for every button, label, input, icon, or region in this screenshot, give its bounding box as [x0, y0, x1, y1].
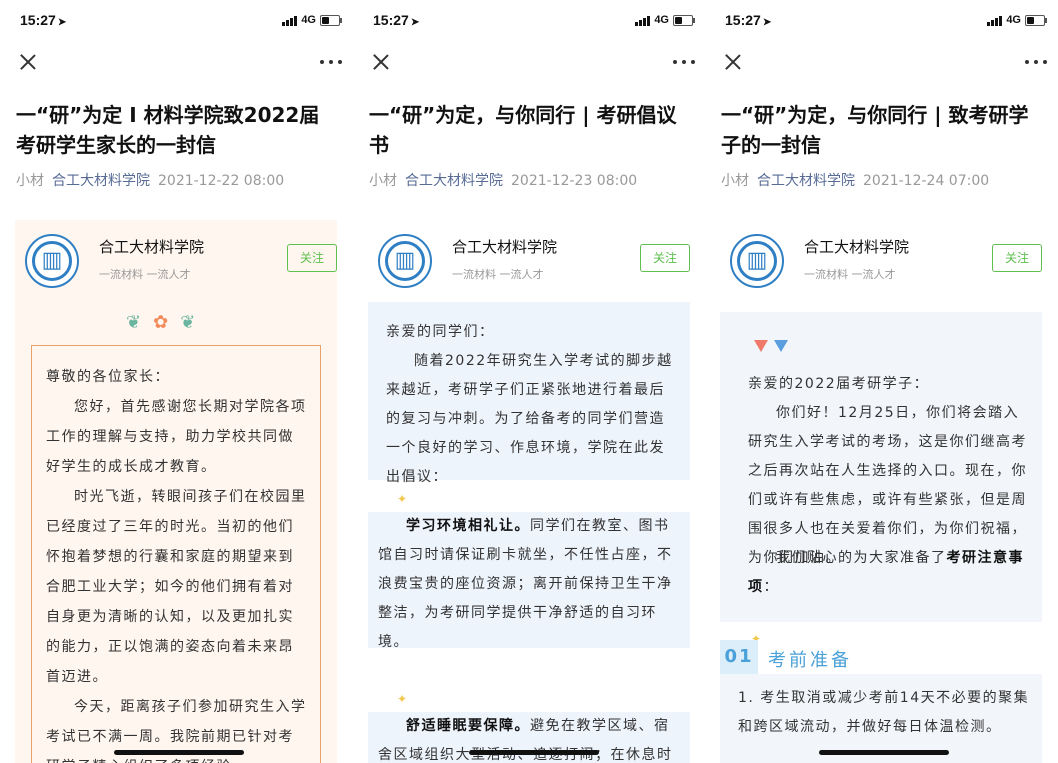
location-arrow-icon: ➤	[57, 17, 67, 28]
account-name: 合工大材料学院	[99, 238, 205, 256]
author: 小材	[369, 173, 397, 189]
red-triangle-icon	[754, 340, 768, 352]
sparkle-icon: ✦	[397, 492, 408, 506]
account-slogan: 一流材料 一流人才	[804, 268, 896, 281]
article-title: 一“研”为定，与你同行 | 考研倡议书	[369, 103, 677, 157]
home-indicator[interactable]	[469, 750, 599, 755]
location-arrow-icon: ➤	[762, 17, 772, 28]
signal-icon	[635, 15, 651, 26]
article-panel-2: 15:27 ➤ 4G 一“研”为定，与你同行 | 考研倡议书 小材 合工大材料学院 2…	[359, 0, 699, 763]
status-time: 15:27 ➤	[725, 12, 772, 28]
status-bar: 15:27 ➤ 4G	[711, 12, 1051, 32]
status-time: 15:27 ➤	[20, 12, 67, 28]
proposal-box: 舒适睡眠要保障。避免在教学区域、宿舍区域组织大型活动、追逐打闹；在休息时间	[368, 712, 690, 763]
article-meta: 小材 合工大材料学院 2021-12-24 07:00	[721, 170, 989, 190]
account-card[interactable]: 合工大材料学院 一流材料 一流人才 关注	[15, 220, 337, 300]
more-options-icon[interactable]	[320, 52, 342, 72]
network-label: 4G	[654, 14, 669, 26]
battery-icon	[320, 14, 342, 26]
publish-date: 2021-12-22 08:00	[158, 173, 285, 189]
close-icon[interactable]	[371, 52, 391, 72]
account-card[interactable]: 合工大材料学院 一流材料 一流人才 关注	[368, 220, 690, 300]
status-bar: 15:27 ➤ 4G	[359, 12, 699, 32]
status-bar: 15:27 ➤ 4G	[6, 12, 346, 32]
article-meta: 小材 合工大材料学院 2021-12-22 08:00	[16, 170, 284, 190]
home-indicator[interactable]	[819, 750, 949, 755]
article-meta: 小材 合工大材料学院 2021-12-23 08:00	[369, 170, 637, 190]
article-title: 一“研”为定 I 材料学院致2022届考研学生家长的一封信	[16, 103, 320, 157]
publish-date: 2021-12-24 07:00	[863, 173, 990, 189]
signal-icon	[282, 15, 298, 26]
intro-box: 亲爱的同学们： 随着2022年研究生入学考试的脚步越来越近，考研学子们正紧张地进…	[368, 302, 690, 485]
follow-button[interactable]: 关注	[287, 244, 337, 272]
source-link[interactable]: 合工大材料学院	[52, 173, 150, 189]
proposal-item: 舒适睡眠要保障。避免在教学区域、宿舍区域组织大型活动、追逐打闹；在休息时间	[378, 718, 673, 763]
account-slogan: 一流材料 一流人才	[452, 268, 544, 281]
section-item: 1. 考生取消或减少考前14天不必要的聚集和跨区域流动，并做好每日体温检测。	[738, 690, 1030, 735]
salutation: 亲爱的2022届考研学子：	[748, 376, 930, 392]
more-options-icon[interactable]	[1025, 52, 1047, 72]
paragraph: 我们贴心的为大家准备了考研注意事项：	[748, 550, 1024, 595]
proposal-box: 学习环境相礼让。同学们在教室、图书馆自习时请保证刷卡就坐，不任性占座，不浪费宝贵…	[368, 512, 690, 650]
source-link[interactable]: 合工大材料学院	[757, 173, 855, 189]
article-title: 一“研”为定，与你同行 | 致考研学子的一封信	[721, 103, 1029, 157]
signal-icon	[987, 15, 1003, 26]
paragraph: 时光飞逝，转眼间孩子们在校园里已经度过了三年的时光。当初的他们怀抱着梦想的行囊和…	[46, 489, 307, 685]
account-card[interactable]: 合工大材料学院 一流材料 一流人才 关注	[720, 220, 1042, 300]
section-label: 考前准备	[768, 650, 852, 671]
section-number: 01	[720, 640, 758, 674]
letter-box: 亲爱的2022届考研学子： 你们好！12月25日，你们将会踏入研究生入学考试的考…	[720, 312, 1042, 622]
follow-button[interactable]: 关注	[992, 244, 1042, 272]
article-panel-1: 15:27 ➤ 4G 一“研”为定 I 材料学院致2022届考研学生家长的一封信 …	[6, 0, 346, 763]
school-logo-icon	[730, 234, 784, 288]
network-label: 4G	[1006, 14, 1021, 26]
publish-date: 2021-12-23 08:00	[511, 173, 638, 189]
author: 小材	[16, 173, 44, 189]
more-options-icon[interactable]	[673, 52, 695, 72]
paragraph: 您好，首先感谢您长期对学院各项工作的理解与支持，助力学校共同做好学生的成长成才教…	[46, 399, 307, 475]
battery-icon	[1025, 14, 1047, 26]
salutation: 亲爱的同学们：	[386, 324, 495, 340]
status-time: 15:27 ➤	[373, 12, 420, 28]
sparkle-icon: ✦	[397, 692, 408, 706]
location-arrow-icon: ➤	[410, 17, 420, 28]
article-panel-3: 15:27 ➤ 4G 一“研”为定，与你同行 | 致考研学子的一封信 小材 合工大材…	[711, 0, 1051, 763]
author: 小材	[721, 173, 749, 189]
letter-frame: 尊敬的各位家长： 您好，首先感谢您长期对学院各项工作的理解与支持，助力学校共同做…	[31, 345, 321, 763]
home-indicator[interactable]	[114, 750, 244, 755]
follow-button[interactable]: 关注	[640, 244, 690, 272]
school-logo-icon	[378, 234, 432, 288]
school-logo-icon	[25, 234, 79, 288]
close-icon[interactable]	[723, 52, 743, 72]
account-name: 合工大材料学院	[452, 238, 558, 256]
account-name: 合工大材料学院	[804, 238, 910, 256]
flower-decoration-icon: ❦✿❦	[126, 312, 208, 333]
salutation: 尊敬的各位家长：	[46, 369, 170, 385]
blue-triangle-icon	[774, 340, 788, 352]
source-link[interactable]: 合工大材料学院	[405, 173, 503, 189]
account-slogan: 一流材料 一流人才	[99, 268, 191, 281]
section-header: 01 考前准备	[720, 640, 1042, 674]
intro-paragraph: 随着2022年研究生入学考试的脚步越来越近，考研学子们正紧张地进行着最后的复习与…	[386, 353, 673, 485]
network-label: 4G	[301, 14, 316, 26]
battery-icon	[673, 14, 695, 26]
close-icon[interactable]	[18, 52, 38, 72]
proposal-item: 学习环境相礼让。同学们在教室、图书馆自习时请保证刷卡就坐，不任性占座，不浪费宝贵…	[378, 518, 673, 650]
